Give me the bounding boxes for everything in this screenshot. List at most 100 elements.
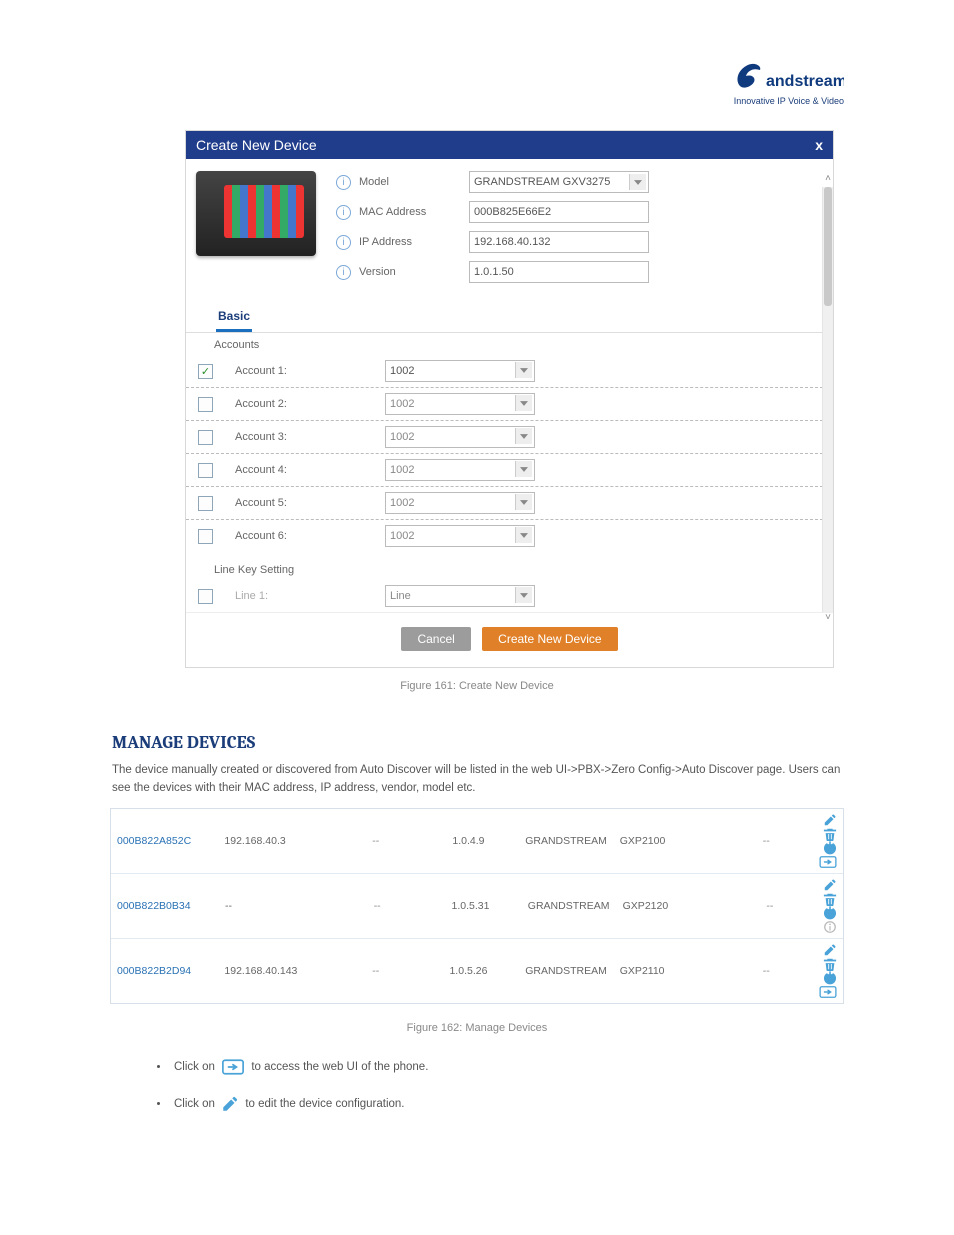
mac-input[interactable]: 000B825E66E2 [469,201,649,223]
line1-checkbox[interactable] [198,589,213,604]
cell-ver: 1.0.4.9 [425,835,513,847]
table-row: 000B822B0B34----1.0.5.31GRANDSTREAMGXP21… [111,874,843,939]
account-label: Account 2: [235,398,385,410]
account-select[interactable]: 1002 [385,492,535,514]
devices-table: 000B822A852C192.168.40.3--1.0.4.9GRANDST… [110,808,844,1004]
chevron-down-icon [515,494,532,510]
version-input[interactable]: 1.0.1.50 [469,261,649,283]
info-icon: i [336,205,351,220]
manage-devices-paragraph: The device manually created or discovere… [112,761,842,798]
cell-ip: 192.168.40.143 [224,965,327,977]
table-caption: Figure 162: Manage Devices [0,1022,954,1034]
cell-config: -- [717,835,815,847]
ip-input[interactable]: 192.168.40.132 [469,231,649,253]
account-checkbox[interactable]: ✓ [198,364,213,379]
dialog-scrollbar[interactable]: ˄ ˅ [822,187,833,612]
model-select[interactable]: GRANDSTREAM GXV3275 [469,171,649,193]
dialog-footer: Cancel Create New Device [186,612,833,667]
chevron-up-icon[interactable]: ˄ [823,173,833,187]
chevron-down-icon [515,587,532,603]
manage-devices-heading: MANAGE DEVICES [112,732,954,753]
cancel-button[interactable]: Cancel [401,627,470,651]
edit-icon[interactable] [823,813,837,827]
account-select[interactable]: 1002 [385,393,535,415]
brand-logo: andstream Innovative IP Voice & Video [734,60,844,106]
cell-ext: -- [327,965,425,977]
account-label: Account 6: [235,530,385,542]
web-icon[interactable] [819,855,837,869]
cell-vendor: GRANDSTREAM [512,835,619,847]
cell-ext: -- [328,900,426,912]
cell-mac[interactable]: 000B822B0B34 [117,900,225,912]
web-icon[interactable] [819,985,837,999]
cell-config: -- [721,900,819,912]
svg-text:andstream: andstream [766,73,844,90]
create-device-button[interactable]: Create New Device [482,627,617,651]
account-checkbox[interactable] [198,496,213,511]
mac-label: MAC Address [359,206,469,218]
trash-icon[interactable] [823,957,837,971]
chevron-down-icon[interactable]: ˅ [823,612,833,626]
brand-subtitle: Innovative IP Voice & Video [734,96,844,106]
account-label: Account 4: [235,464,385,476]
cell-ops [815,943,837,999]
trash-icon[interactable] [823,827,837,841]
account-select[interactable]: 1002 [385,426,535,448]
account-row: Account 3:1002 [186,421,823,454]
account-checkbox[interactable] [198,430,213,445]
cell-model: GXP2120 [623,900,721,912]
cell-ver: 1.0.5.31 [426,900,514,912]
chevron-down-icon [515,362,532,378]
account-row: ✓ Account 1:1002 [186,355,823,388]
device-image [196,171,316,256]
cell-model: GXP2110 [620,965,718,977]
chevron-down-icon [629,174,646,190]
edit-icon[interactable] [823,878,837,892]
chevron-down-icon [515,461,532,477]
cell-ip: 192.168.40.3 [224,835,327,847]
web-icon [221,1058,245,1076]
account-row: Account 2:1002 [186,388,823,421]
chevron-down-icon [515,428,532,444]
list-item: Click on to edit the device configuratio… [170,1095,824,1115]
info-icon: i [336,235,351,250]
line1-select[interactable]: Line [385,585,535,607]
account-checkbox[interactable] [198,529,213,544]
chevron-down-icon [515,527,532,543]
dialog-titlebar: Create New Device x [186,131,833,159]
ip-label: IP Address [359,236,469,248]
create-device-dialog: Create New Device x i Model GRANDSTREAM … [185,130,834,668]
cell-vendor: GRANDSTREAM [515,900,623,912]
cell-ops [815,813,837,869]
accounts-header: Accounts [186,333,823,355]
power-icon[interactable] [823,841,837,855]
edit-icon [221,1095,239,1113]
figure-caption: Figure 161: Create New Device [0,680,954,692]
tab-basic[interactable]: Basic [216,303,252,332]
account-row: Account 4:1002 [186,454,823,487]
info-icon: i [336,265,351,280]
chevron-down-icon [515,395,532,411]
account-select[interactable]: 1002 [385,360,535,382]
account-row: Account 6:1002 [186,520,823,552]
cell-mac[interactable]: 000B822A852C [117,835,224,847]
account-label: Account 3: [235,431,385,443]
edit-icon[interactable] [823,943,837,957]
account-label: Account 5: [235,497,385,509]
account-select[interactable]: 1002 [385,459,535,481]
table-row: 000B822A852C192.168.40.3 -- 1.0.4.9GRANDST… [111,809,843,874]
power-icon[interactable] [823,971,837,985]
info-icon[interactable] [823,920,837,934]
line1-label: Line 1: [235,590,385,602]
cell-ip: -- [225,900,328,912]
info-icon: i [336,175,351,190]
account-label: Account 1: [235,365,385,377]
close-icon[interactable]: x [815,137,823,153]
account-select[interactable]: 1002 [385,525,535,547]
account-checkbox[interactable] [198,463,213,478]
cell-mac[interactable]: 000B822B2D94 [117,965,224,977]
account-checkbox[interactable] [198,397,213,412]
cell-vendor: GRANDSTREAM [512,965,619,977]
power-icon[interactable] [823,906,837,920]
trash-icon[interactable] [823,892,837,906]
